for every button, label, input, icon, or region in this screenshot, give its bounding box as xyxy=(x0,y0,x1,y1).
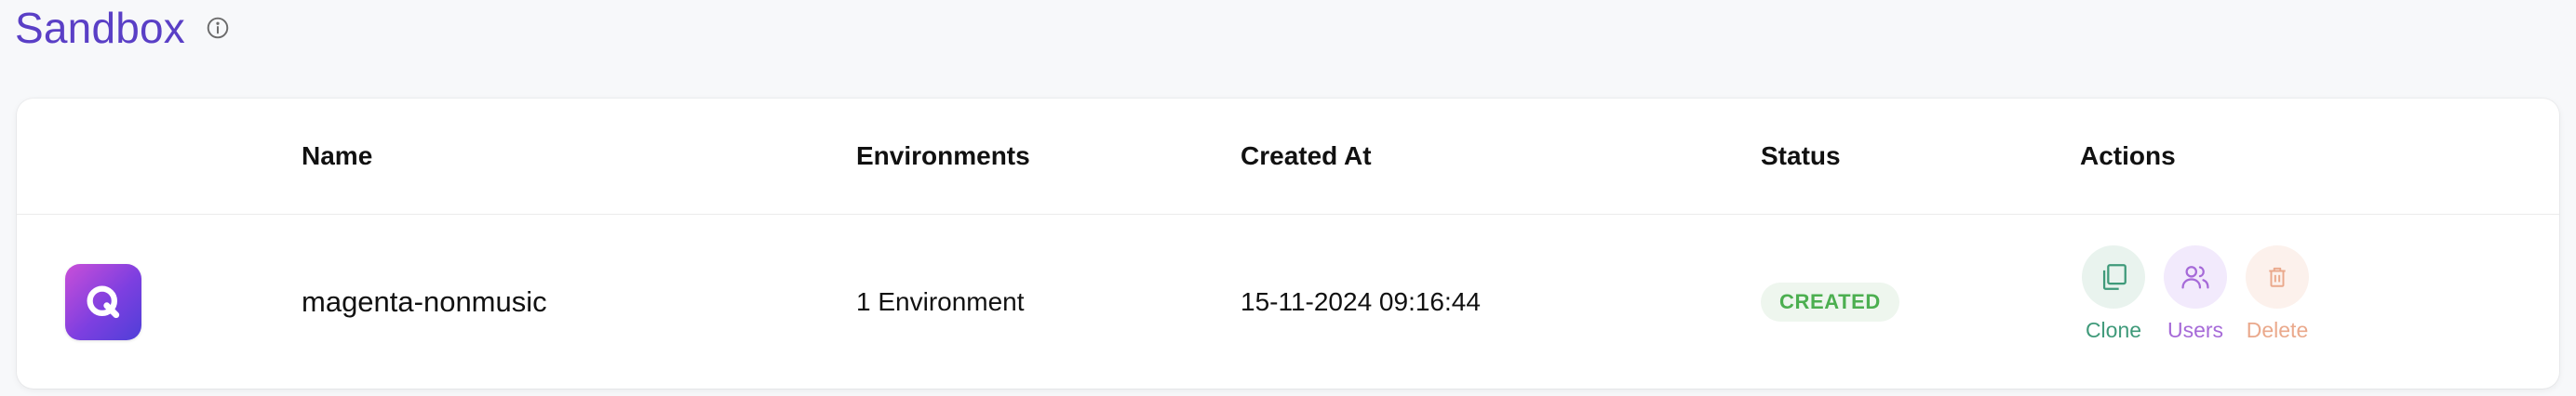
column-header-status: Status xyxy=(1761,141,1841,170)
status-cell: CREATED xyxy=(1761,216,1899,389)
column-header-actions: Actions xyxy=(2080,141,2176,170)
sandbox-page: Sandbox Name Environments Created At Sta… xyxy=(0,0,2576,396)
row-actions: Clone Users Delete xyxy=(2081,245,2310,343)
table-header: Name Environments Created At Status Acti… xyxy=(17,99,2559,215)
column-header-environments: Environments xyxy=(856,141,1030,170)
status-badge: CREATED xyxy=(1761,283,1899,322)
created-at-timestamp: 15-11-2024 09:16:44 xyxy=(1241,287,1481,316)
table-row[interactable]: magenta-nonmusic 1 Environment 15-11-202… xyxy=(17,216,2559,389)
info-icon[interactable] xyxy=(206,16,230,40)
trash-icon xyxy=(2246,245,2309,309)
page-title: Sandbox xyxy=(15,4,185,52)
environments-count: 1 Environment xyxy=(856,287,1025,316)
column-header-name: Name xyxy=(302,141,373,170)
column-header-created-at: Created At xyxy=(1241,141,1372,170)
copy-icon xyxy=(2082,245,2145,309)
page-header: Sandbox xyxy=(15,0,230,56)
users-label: Users xyxy=(2167,318,2224,342)
users-icon xyxy=(2164,245,2227,309)
delete-button[interactable]: Delete xyxy=(2245,245,2310,343)
delete-label: Delete xyxy=(2246,318,2309,342)
clone-label: Clone xyxy=(2085,318,2142,342)
sandbox-table: Name Environments Created At Status Acti… xyxy=(17,99,2559,389)
sandbox-name: magenta-nonmusic xyxy=(302,285,547,318)
app-q-logo-icon xyxy=(65,264,141,340)
clone-button[interactable]: Clone xyxy=(2081,245,2146,343)
users-button[interactable]: Users xyxy=(2163,245,2228,343)
